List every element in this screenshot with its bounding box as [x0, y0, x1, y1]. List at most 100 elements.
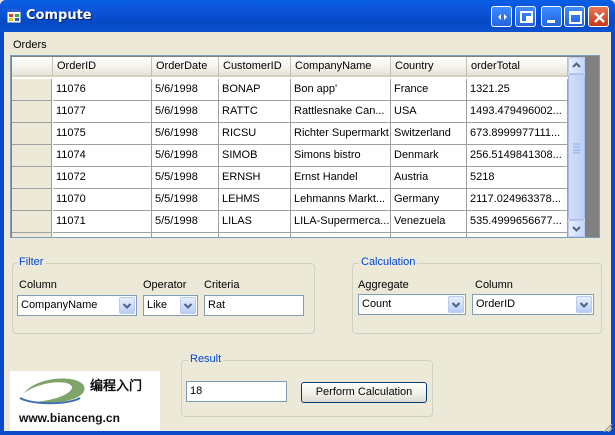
table-cell[interactable]: 1321.25	[467, 79, 568, 101]
watermark-url: www.bianceng.cn	[19, 411, 120, 425]
table-cell[interactable]: Austria	[391, 167, 467, 189]
table-cell[interactable]: Simons bistro	[291, 145, 391, 167]
restore-button[interactable]	[515, 6, 536, 27]
table-cell[interactable]: 11074	[53, 145, 152, 167]
row-header[interactable]	[12, 233, 52, 237]
table-cell[interactable]	[391, 233, 467, 237]
table-row[interactable]: 11072 5/5/1998 ERNSH Ernst Handel Austria 521…	[12, 167, 568, 189]
minimize-button[interactable]	[541, 6, 562, 27]
aggregate-select[interactable]: Count	[358, 294, 466, 315]
table-cell[interactable]: 1493.479496002...	[467, 101, 568, 123]
title-bar[interactable]: Compute	[0, 0, 615, 32]
table-cell[interactable]: USA	[391, 101, 467, 123]
table-cell[interactable]: 5218	[467, 167, 568, 189]
table-cell[interactable]: 5/6/1998	[152, 79, 219, 101]
filter-column-select[interactable]: CompanyName	[17, 295, 137, 316]
row-header[interactable]	[12, 189, 52, 211]
dropdown-button[interactable]	[180, 297, 196, 314]
row-header[interactable]	[12, 211, 52, 233]
dropdown-button[interactable]	[119, 297, 135, 314]
table-cell[interactable]: Lehmanns Markt...	[291, 189, 391, 211]
table-cell[interactable]: Ernst Handel	[291, 167, 391, 189]
help-button[interactable]	[491, 6, 512, 27]
table-cell[interactable]: 673.8999977111...	[467, 123, 568, 145]
table-cell[interactable]: SIMOB	[219, 145, 291, 167]
criteria-input[interactable]: Rat	[204, 295, 304, 316]
table-cell[interactable]: 5/5/1998	[152, 189, 219, 211]
table-cell[interactable]: 11075	[53, 123, 152, 145]
table-cell[interactable]	[152, 233, 219, 237]
table-cell[interactable]: BONAP	[219, 79, 291, 101]
column-header[interactable]: CompanyName	[291, 57, 391, 77]
scroll-up-button[interactable]	[568, 57, 585, 74]
maximize-button[interactable]	[564, 6, 585, 27]
operator-select[interactable]: Like	[143, 295, 198, 316]
dropdown-button[interactable]	[448, 296, 464, 313]
row-header[interactable]	[12, 79, 52, 101]
column-header[interactable]: CustomerID	[219, 57, 291, 77]
table-row[interactable]: 11074 5/6/1998 SIMOB Simons bistro Denmark 25…	[12, 145, 568, 167]
table-cell[interactable]: 5/6/1998	[152, 123, 219, 145]
grip-icon	[573, 143, 580, 154]
table-cell[interactable]: 535.4999656677...	[467, 211, 568, 233]
orders-grid[interactable]: OrderID OrderDate CustomerID CompanyName…	[10, 55, 600, 238]
row-header[interactable]	[12, 123, 52, 145]
table-cell[interactable]: LILAS	[219, 211, 291, 233]
scroll-down-button[interactable]	[568, 220, 585, 237]
table-row[interactable]: 11075 5/6/1998 RICSU Richter Supermarkt Swit…	[12, 123, 568, 145]
table-cell[interactable]: 5/5/1998	[152, 167, 219, 189]
table-cell[interactable]: France	[391, 79, 467, 101]
table-cell[interactable]: 11071	[53, 211, 152, 233]
column-header[interactable]: OrderDate	[152, 57, 219, 77]
row-header[interactable]	[12, 145, 52, 167]
table-row[interactable]: 11077 5/6/1998 RATTC Rattlesnake Can... USA 1…	[12, 101, 568, 123]
chevron-down-icon	[122, 303, 132, 309]
scroll-thumb[interactable]	[568, 74, 585, 220]
column-header[interactable]: OrderID	[53, 57, 152, 77]
table-cell[interactable]: 5/6/1998	[152, 145, 219, 167]
table-cell[interactable]: Richter Supermarkt	[291, 123, 391, 145]
calc-column-select[interactable]: OrderID	[472, 294, 594, 315]
table-cell[interactable]: 5/6/1998	[152, 101, 219, 123]
row-header[interactable]	[12, 167, 52, 189]
table-cell[interactable]: 2117.024963378...	[467, 189, 568, 211]
table-row[interactable]	[12, 233, 568, 237]
table-cell[interactable]	[219, 233, 291, 237]
table-cell[interactable]: Switzerland	[391, 123, 467, 145]
perform-calculation-button[interactable]: Perform Calculation	[301, 382, 427, 403]
table-cell[interactable]	[467, 233, 568, 237]
resize-grip-icon[interactable]	[601, 421, 613, 433]
table-cell[interactable]: LILA-Supermerca...	[291, 211, 391, 233]
aggregate-value: Count	[362, 298, 392, 310]
table-cell[interactable]: 256.5149841308...	[467, 145, 568, 167]
app-window-icon	[7, 9, 21, 23]
aggregate-label: Aggregate	[358, 279, 409, 291]
row-header[interactable]	[12, 101, 52, 123]
table-row[interactable]: 11070 5/5/1998 LEHMS Lehmanns Markt... Germa…	[12, 189, 568, 211]
table-cell[interactable]: 11077	[53, 101, 152, 123]
table-cell[interactable]: Bon app'	[291, 79, 391, 101]
column-header[interactable]: Country	[391, 57, 467, 77]
table-cell[interactable]	[291, 233, 391, 237]
header-corner	[12, 57, 53, 77]
table-cell[interactable]: RATTC	[219, 101, 291, 123]
table-cell[interactable]: 11070	[53, 189, 152, 211]
table-cell[interactable]: RICSU	[219, 123, 291, 145]
table-cell[interactable]	[53, 233, 152, 237]
table-row[interactable]: 11071 5/5/1998 LILAS LILA-Supermerca... Vene…	[12, 211, 568, 233]
table-row[interactable]: 11076 5/6/1998 BONAP Bon app' France 1321.25	[12, 79, 568, 101]
grid-vertical-scrollbar[interactable]	[568, 57, 585, 237]
table-cell[interactable]: Germany	[391, 189, 467, 211]
close-button[interactable]	[588, 6, 609, 27]
table-cell[interactable]: 5/5/1998	[152, 211, 219, 233]
table-cell[interactable]: ERNSH	[219, 167, 291, 189]
dropdown-button[interactable]	[576, 296, 592, 313]
table-cell[interactable]: 11072	[53, 167, 152, 189]
table-cell[interactable]: Venezuela	[391, 211, 467, 233]
table-cell[interactable]: Rattlesnake Can...	[291, 101, 391, 123]
table-cell[interactable]: 11076	[53, 79, 152, 101]
result-output[interactable]: 18	[186, 381, 287, 402]
table-cell[interactable]: LEHMS	[219, 189, 291, 211]
table-cell[interactable]: Denmark	[391, 145, 467, 167]
column-header[interactable]: orderTotal	[467, 57, 568, 77]
